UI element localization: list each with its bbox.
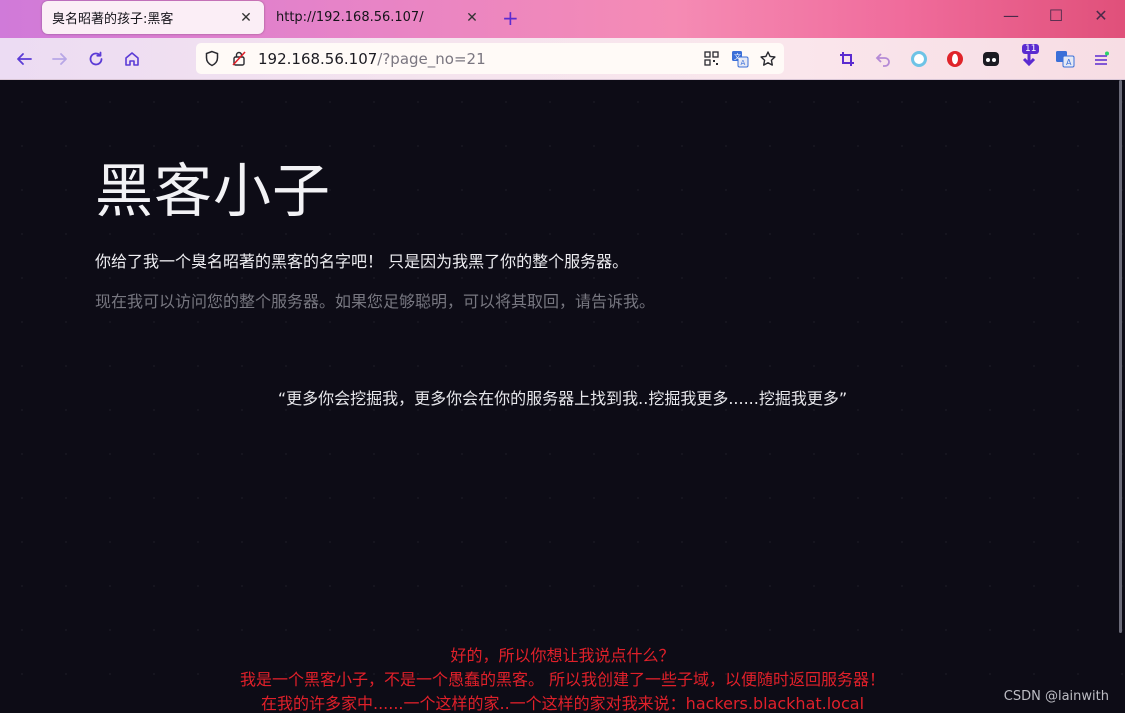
nav-bar: 192.168.56.107/?page_no=21 文 A 11 A xyxy=(0,38,1125,80)
forward-button[interactable] xyxy=(47,47,73,71)
watermark: CSDN @lainwith xyxy=(1003,689,1109,704)
back-button[interactable] xyxy=(11,47,37,71)
message-line: 我是一个黑客小子，不是一个愚蠢的黑客。 所以我创建了一些子域，以便随时返回服务器… xyxy=(239,670,886,689)
shield-icon[interactable] xyxy=(204,50,220,67)
muted-text: 现在我可以访问您的整个服务器。如果您足够聪明，可以将其取回，请告诉我。 xyxy=(95,292,656,311)
message-line: 在我的许多家中......一个这样的家..一个这样的家对我来说：hackers.… xyxy=(260,694,865,713)
tab-active[interactable]: 臭名昭著的孩子:黑客 ✕ xyxy=(42,1,264,34)
scrollbar[interactable] xyxy=(1119,80,1122,633)
back-arrow-icon xyxy=(17,53,32,65)
tab-inactive[interactable]: http://192.168.56.107/ ✕ xyxy=(266,1,490,34)
tab-close-icon[interactable]: ✕ xyxy=(238,10,254,26)
opera-icon[interactable] xyxy=(944,48,966,70)
tab-title: http://192.168.56.107/ xyxy=(276,10,424,25)
reload-icon xyxy=(89,51,103,66)
translate-icon[interactable]: A xyxy=(1054,48,1076,70)
url-bar[interactable]: 192.168.56.107/?page_no=21 文 A xyxy=(196,43,784,74)
new-tab-button[interactable]: + xyxy=(502,6,519,30)
circle-icon[interactable] xyxy=(908,48,930,70)
quote-text: “更多你会挖掘我，更多你会在你的服务器上找到我..挖掘我更多......挖掘我更… xyxy=(277,389,848,408)
bookmark-star-icon[interactable] xyxy=(759,50,777,68)
home-icon xyxy=(125,52,139,66)
forward-arrow-icon xyxy=(52,53,67,65)
page-translate-icon[interactable]: 文 A xyxy=(731,50,749,68)
url-host: 192.168.56.107 xyxy=(258,49,378,68)
page-title: 黑客小子 xyxy=(95,157,332,225)
lead-text: 你给了我一个臭名昭著的黑客的名字吧！ 只是因为我黑了你的整个服务器。 xyxy=(95,252,629,271)
undo-icon[interactable] xyxy=(872,48,894,70)
tab-title: 臭名昭著的孩子:黑客 xyxy=(52,12,174,27)
svg-text:A: A xyxy=(1066,58,1072,67)
qr-code-icon[interactable] xyxy=(704,51,719,66)
svg-text:A: A xyxy=(741,59,746,67)
crop-icon[interactable] xyxy=(836,48,858,70)
mask-icon[interactable] xyxy=(980,48,1002,70)
message-line: 好的，所以你想让我说点什么？ xyxy=(450,646,675,665)
menu-icon[interactable] xyxy=(1090,48,1112,70)
page-content: 黑客小子 你给了我一个臭名昭著的黑客的名字吧！ 只是因为我黑了你的整个服务器。 … xyxy=(0,80,1125,713)
url-path: /?page_no=21 xyxy=(377,49,486,68)
close-window-icon[interactable]: ✕ xyxy=(1086,6,1116,25)
home-button[interactable] xyxy=(119,47,145,71)
insecure-lock-icon[interactable] xyxy=(231,50,247,67)
tab-strip: 臭名昭著的孩子:黑客 ✕ http://192.168.56.107/ ✕ + … xyxy=(0,0,1125,38)
reload-button[interactable] xyxy=(83,47,109,71)
tab-close-icon[interactable]: ✕ xyxy=(464,10,480,26)
maximize-icon[interactable]: ☐ xyxy=(1041,6,1071,25)
download-badge-count: 11 xyxy=(1022,44,1040,54)
download-badge-icon[interactable]: 11 xyxy=(1018,44,1040,70)
minimize-icon[interactable]: — xyxy=(996,6,1026,25)
